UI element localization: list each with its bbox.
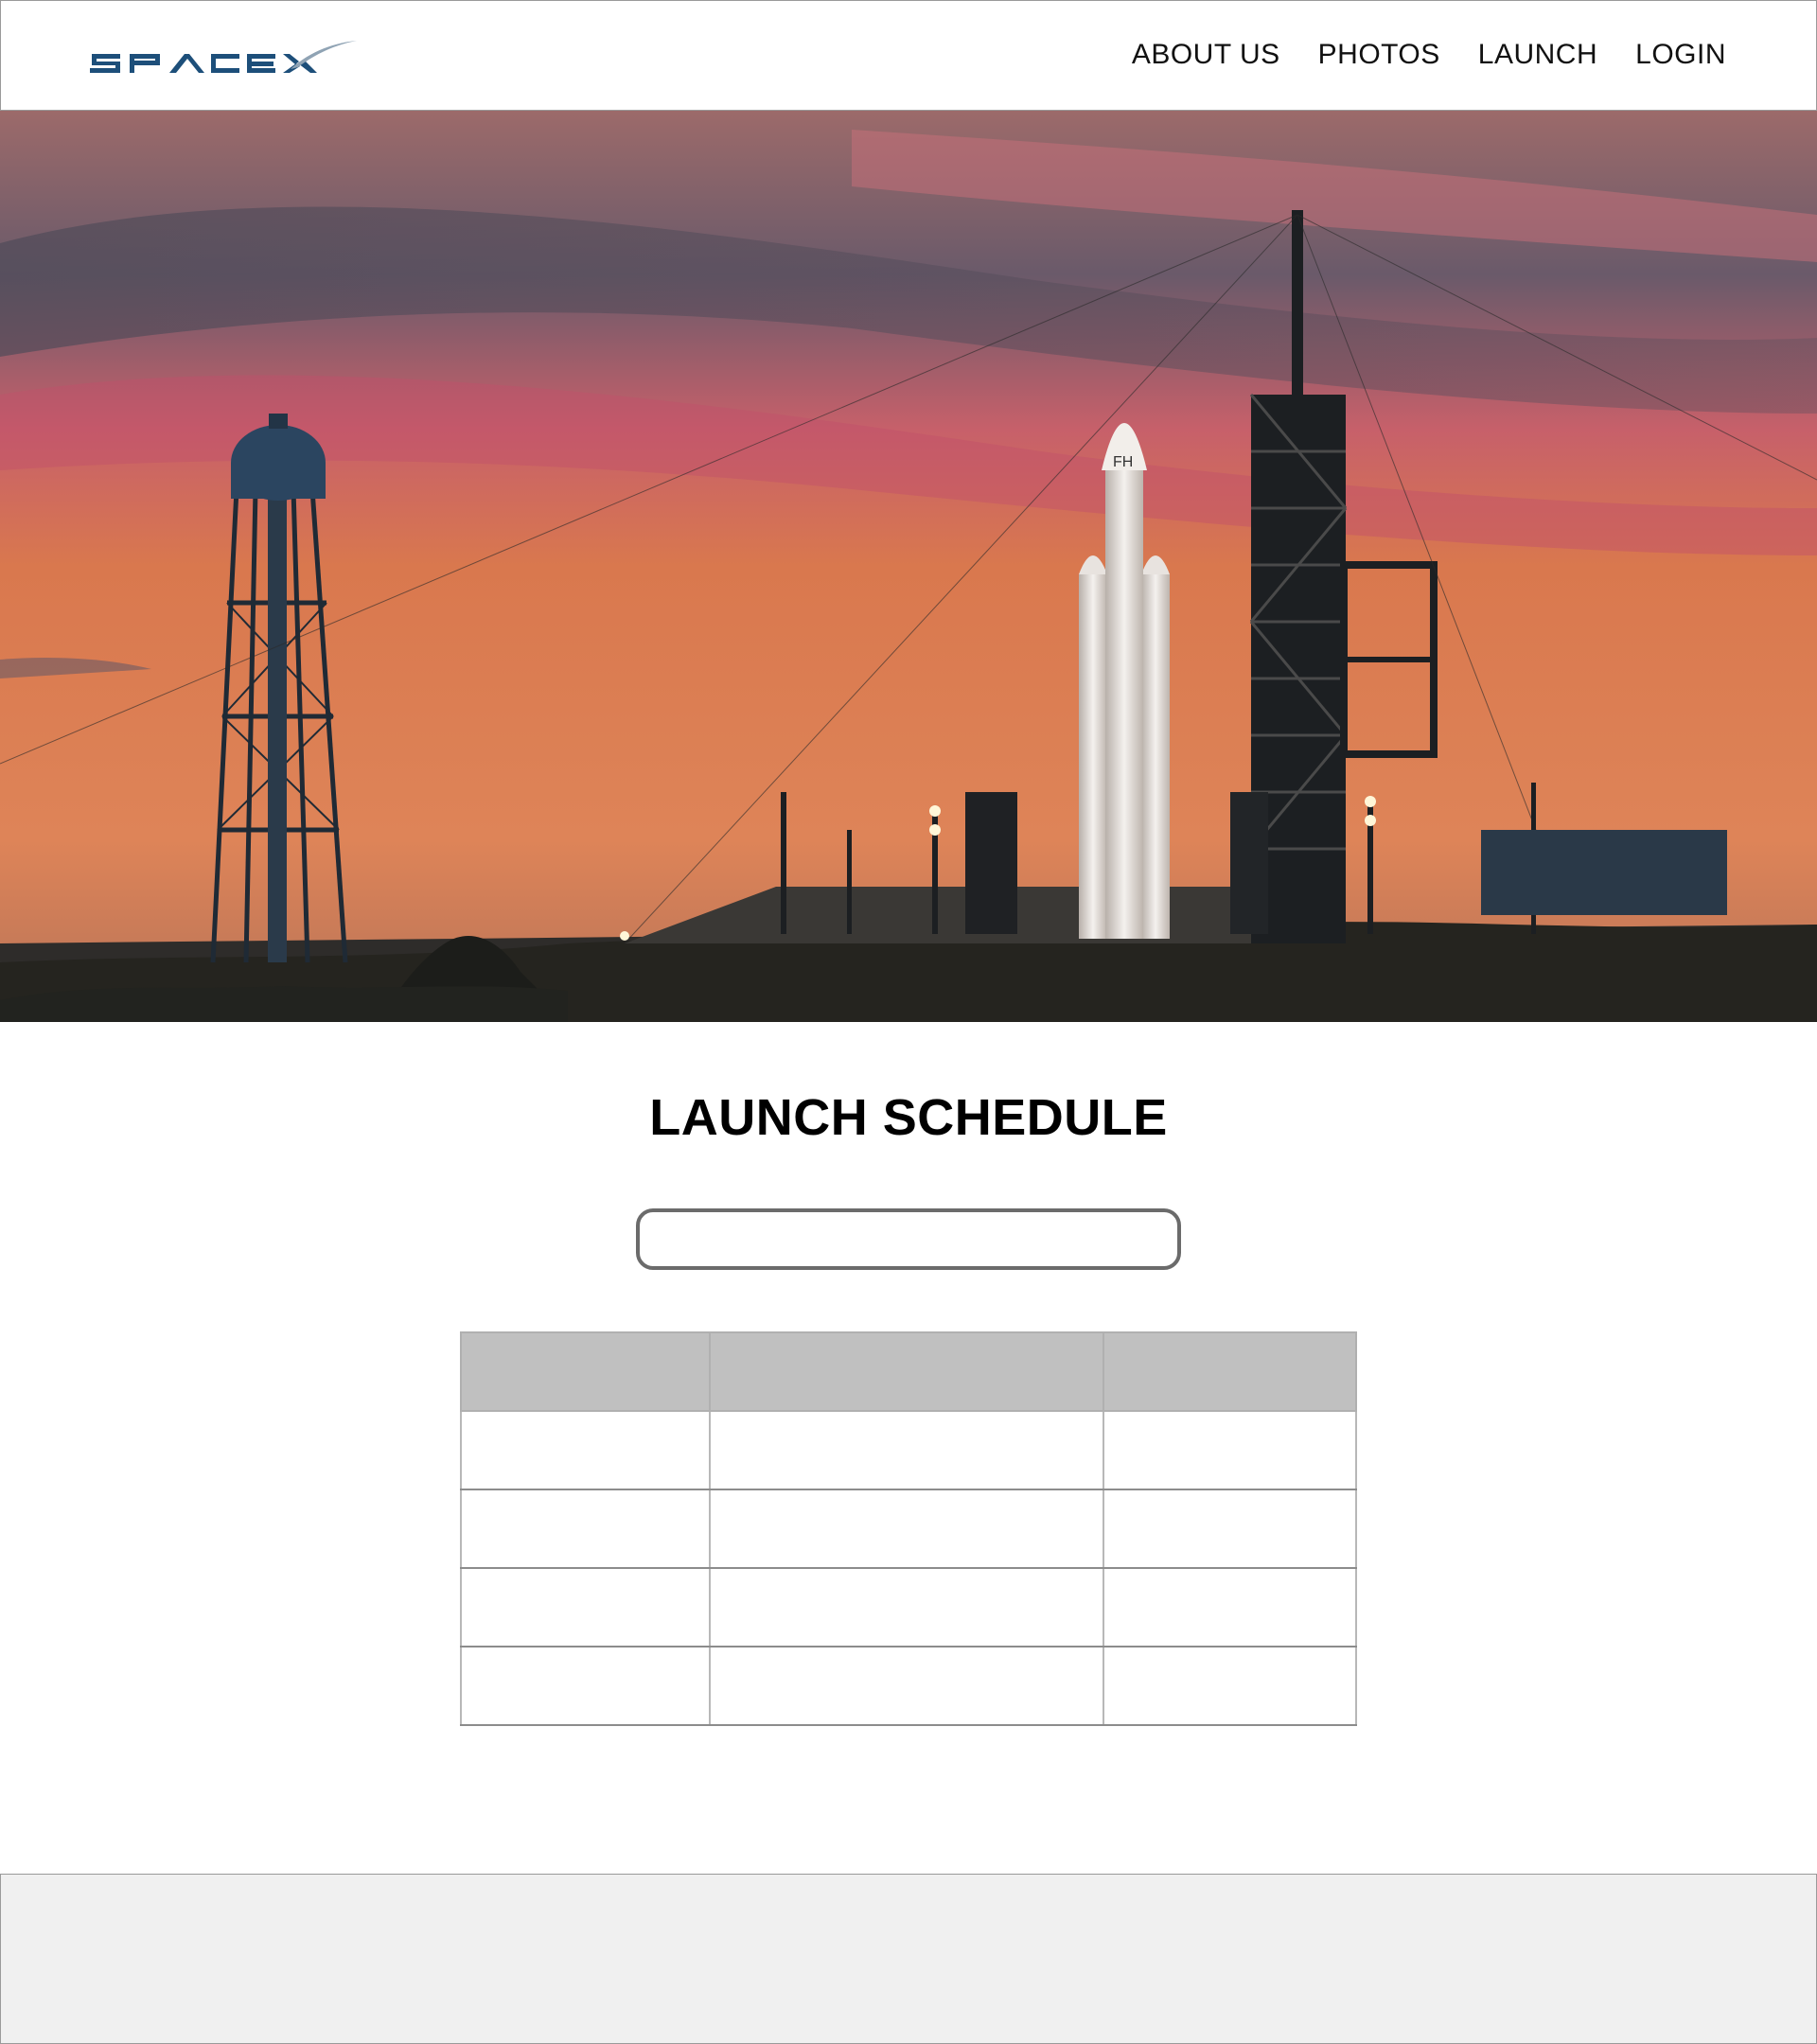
svg-text:FH: FH: [1113, 454, 1133, 470]
launch-pad-illustration: FH: [0, 111, 1817, 1022]
page-title: LAUNCH SCHEDULE: [649, 1089, 1168, 1146]
table-row[interactable]: [459, 1489, 1358, 1569]
table-cell: [459, 1567, 712, 1648]
table-cell: [709, 1410, 1104, 1490]
nav-photos[interactable]: PHOTOS: [1318, 39, 1440, 71]
site-header: ABOUT US PHOTOS LAUNCH LOGIN: [0, 0, 1817, 111]
table-cell: [1102, 1489, 1358, 1569]
table-cell: [1102, 1646, 1358, 1726]
table-cell: [709, 1489, 1104, 1569]
table-cell: [1102, 1410, 1358, 1490]
table-cell: [459, 1489, 712, 1569]
table-row[interactable]: [459, 1567, 1358, 1648]
table-cell: [459, 1410, 712, 1490]
launch-schedule-table: [459, 1331, 1358, 1726]
table-cell: [709, 1646, 1104, 1726]
table-header-cell[interactable]: [1102, 1331, 1358, 1412]
table-header-row: [459, 1331, 1358, 1412]
table-row[interactable]: [459, 1646, 1358, 1726]
table-row[interactable]: [459, 1410, 1358, 1490]
table-cell: [1102, 1567, 1358, 1648]
spacex-logo[interactable]: [88, 37, 357, 79]
main-nav: ABOUT US PHOTOS LAUNCH LOGIN: [1132, 39, 1726, 71]
nav-launch[interactable]: LAUNCH: [1478, 39, 1597, 71]
table-cell: [459, 1646, 712, 1726]
site-footer: [0, 1874, 1817, 2044]
table-header-cell[interactable]: [459, 1331, 712, 1412]
search-input[interactable]: [636, 1208, 1181, 1270]
table-cell: [709, 1567, 1104, 1648]
hero-image: FH: [0, 111, 1817, 1022]
table-header-cell[interactable]: [709, 1331, 1104, 1412]
nav-about-us[interactable]: ABOUT US: [1132, 39, 1280, 71]
nav-login[interactable]: LOGIN: [1635, 39, 1726, 71]
